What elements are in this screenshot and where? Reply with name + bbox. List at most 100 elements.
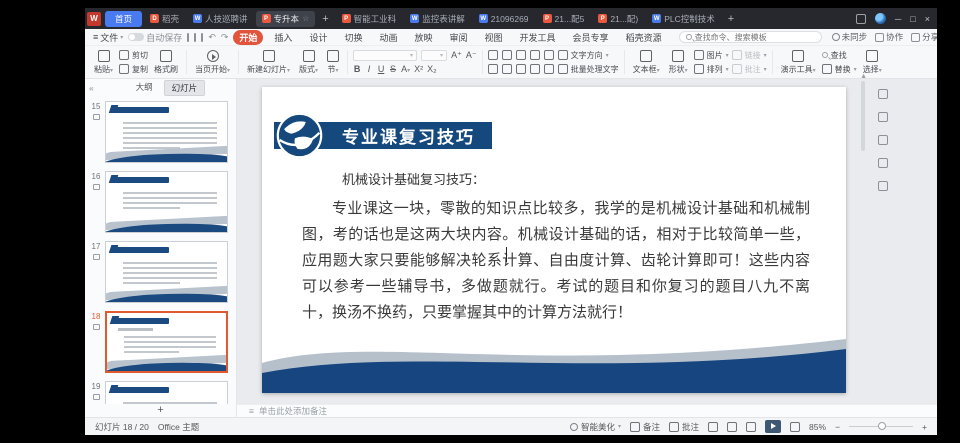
smart-beautify-button[interactable]: 智能美化▾ (570, 421, 621, 433)
theme-name[interactable]: Office 主题 (158, 421, 199, 433)
underline-button[interactable]: U (377, 64, 385, 74)
slide-17-thumbnail[interactable] (105, 241, 228, 303)
ribbon-tab-member[interactable]: 会员专享 (567, 30, 615, 45)
ribbon-tab-review[interactable]: 审阅 (444, 30, 474, 45)
tab-docer[interactable]: D稻壳 (144, 11, 185, 27)
minimize-button[interactable]: ─ (895, 14, 901, 24)
sync-status[interactable]: 未同步 (832, 31, 868, 43)
fit-to-window-icon[interactable] (790, 422, 800, 432)
slide-16-thumbnail[interactable] (105, 171, 228, 233)
bullet-list-icon[interactable] (488, 50, 498, 60)
strikethrough-button[interactable]: S (389, 64, 397, 74)
autosave-toggle[interactable]: 自动保存 (128, 31, 182, 44)
slide-18-thumbnail-selected[interactable] (105, 311, 228, 373)
ribbon-tab-animation[interactable]: 动画 (373, 30, 403, 45)
tab-document-7[interactable]: WPLC控制技术 (646, 11, 721, 27)
tab-document-1[interactable]: W人技巡聘讲 (187, 11, 254, 27)
subscript-button[interactable]: X₂ (427, 64, 437, 74)
distribute-icon[interactable] (544, 64, 554, 74)
media-icon[interactable] (878, 181, 888, 191)
tab-outline[interactable]: 大纲 (129, 80, 160, 96)
comments-toggle-button[interactable]: 批注 (669, 421, 699, 433)
account-avatar[interactable] (875, 13, 886, 24)
cut-button[interactable]: 剪切 (119, 50, 148, 61)
numbered-list-icon[interactable] (502, 50, 512, 60)
ribbon-tab-design[interactable]: 设计 (303, 30, 333, 45)
ribbon-tab-docer-resources[interactable]: 稻壳资源 (620, 30, 668, 45)
ribbon-tab-view[interactable]: 视图 (479, 30, 509, 45)
grow-font-button[interactable]: A⁺ (451, 50, 462, 61)
zoom-slider[interactable] (849, 426, 913, 427)
batch-text-button[interactable]: 批量处理文字 (558, 64, 619, 75)
add-tab-button[interactable]: + (317, 13, 333, 25)
arrange-button[interactable]: 排列▾ (694, 64, 729, 75)
collaborate-button[interactable]: 协作 (875, 31, 903, 43)
save-icon[interactable] (187, 33, 189, 42)
tab-document-active[interactable]: P专升本☆ (256, 11, 316, 27)
slide-editing-area[interactable]: 专业课复习技巧 机械设计基础复习技巧： 专业课这一块，零散的知识点比较多，我学的… (237, 79, 937, 404)
slideshow-play-button[interactable] (765, 420, 781, 433)
comment-button[interactable]: 批注▾ (732, 64, 767, 75)
share-button[interactable]: 分享 (911, 31, 937, 43)
notes-bar[interactable]: ≡ 单击此处添加备注 (237, 404, 937, 417)
collapse-panel-icon[interactable]: « (89, 83, 94, 93)
tab-document-3[interactable]: W监控表讲解 (404, 11, 471, 27)
zoom-level[interactable]: 85% (809, 422, 826, 432)
tab-document-2[interactable]: P智能工业科 (336, 11, 403, 27)
slide-subtitle[interactable]: 机械设计基础复习技巧： (342, 169, 485, 188)
slide-19-thumbnail[interactable] (105, 381, 228, 404)
align-left-icon[interactable] (488, 64, 498, 74)
tab-document-4[interactable]: W21096269 (473, 11, 535, 27)
tab-document-6[interactable]: P21...配) (592, 11, 644, 27)
scroll-up-icon[interactable]: ▲ (860, 73, 867, 80)
view-normal-button[interactable] (708, 422, 718, 432)
view-sorter-button[interactable] (727, 422, 737, 432)
tab-document-5[interactable]: P21...配5 (537, 11, 591, 27)
slide-body-text[interactable]: 专业课这一块，零散的知识点比较多，我学的是机械设计基础和机械制图，考的话也是这两… (302, 195, 810, 325)
zoom-slider-knob[interactable] (878, 422, 886, 430)
align-right-icon[interactable] (516, 64, 526, 74)
textbox-button[interactable]: 文本框▾ (630, 46, 663, 78)
line-spacing-icon[interactable] (544, 50, 554, 60)
tab-slides[interactable]: 幻灯片 (164, 80, 206, 96)
text-direction-button[interactable]: 文字方向▾ (558, 50, 609, 61)
slide-canvas[interactable]: 专业课复习技巧 机械设计基础复习技巧： 专业课这一块，零散的知识点比较多，我学的… (262, 87, 846, 393)
close-button[interactable]: × (925, 14, 930, 24)
bold-button[interactable]: B (353, 64, 361, 74)
ribbon-tab-devtools[interactable]: 开发工具 (514, 30, 562, 45)
picture-button[interactable]: 图片▾ (694, 50, 729, 61)
undo-icon[interactable]: ↶ (208, 32, 216, 43)
italic-button[interactable]: I (365, 64, 373, 74)
ribbon-tab-insert[interactable]: 插入 (268, 30, 298, 45)
command-search[interactable] (679, 31, 822, 43)
ribbon-tab-transition[interactable]: 切换 (338, 30, 368, 45)
settings-icon[interactable] (878, 112, 888, 122)
paste-button[interactable]: 粘贴▾ (91, 46, 116, 78)
redo-icon[interactable]: ↷ (221, 32, 229, 43)
view-reading-button[interactable] (746, 422, 756, 432)
layers-icon[interactable] (878, 135, 888, 145)
font-name-select[interactable]: ▾ (353, 50, 417, 61)
add-slide-button[interactable]: + (157, 405, 163, 416)
slide-15-thumbnail[interactable] (105, 101, 228, 163)
pane-toggle-icon[interactable] (878, 89, 888, 99)
font-size-select[interactable]: ▾ (421, 50, 447, 61)
justify-icon[interactable] (530, 64, 540, 74)
section-button[interactable]: 节▾ (324, 46, 342, 78)
replace-button[interactable]: 替换▾ (822, 64, 857, 75)
copy-button[interactable]: 复制 (119, 64, 148, 75)
search-input[interactable] (695, 33, 815, 42)
new-tab-button[interactable]: + (723, 13, 739, 25)
file-menu[interactable]: ≡文件▾ (93, 31, 123, 44)
ribbon-tab-slideshow[interactable]: 放映 (408, 30, 438, 45)
play-from-current-button[interactable]: 当页开始▾ (192, 46, 233, 78)
zoom-in-button[interactable]: + (922, 422, 927, 432)
ribbon-tab-home[interactable]: 开始 (233, 30, 263, 45)
present-tools-button[interactable]: 演示工具▾ (778, 46, 819, 78)
zoom-out-button[interactable]: − (835, 422, 840, 432)
print-preview-icon[interactable] (201, 33, 203, 42)
skin-center-icon[interactable] (856, 14, 866, 24)
maximize-button[interactable]: □ (910, 14, 915, 24)
find-button[interactable]: 查找 (822, 50, 857, 61)
align-center-icon[interactable] (502, 64, 512, 74)
